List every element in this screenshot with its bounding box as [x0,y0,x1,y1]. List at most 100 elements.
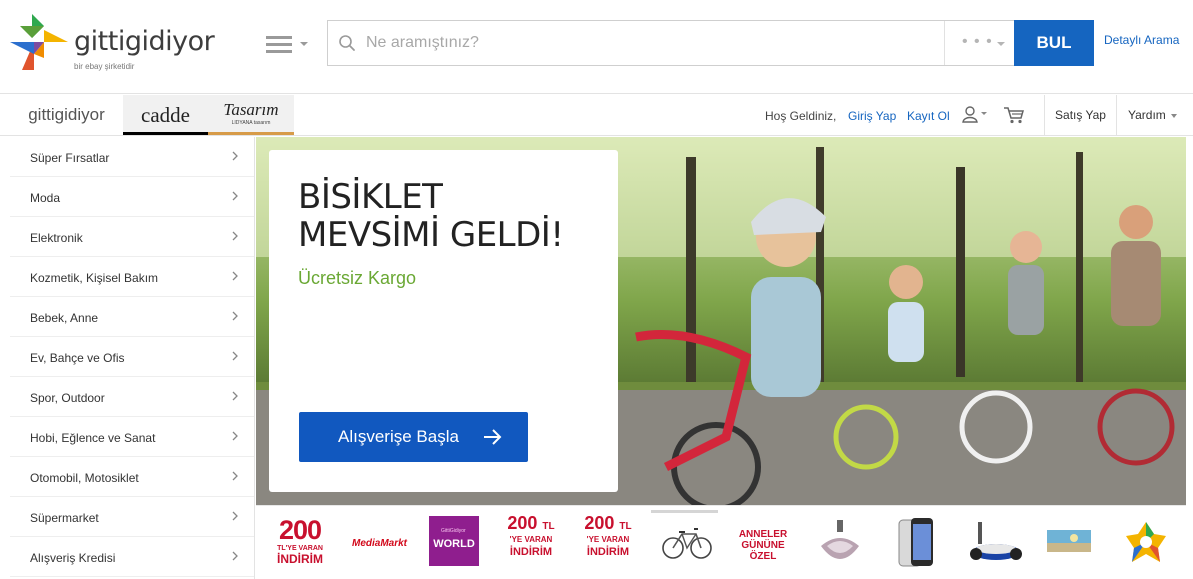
promo-landscape-print[interactable] [1044,516,1094,574]
sidebar-item-label: Süpermarket [30,511,99,525]
sidebar-item-label: Bebek, Anne [30,311,99,325]
sidebar-item-ev-bahce-ofis[interactable]: Ev, Bahçe ve Ofis [10,337,254,377]
sidebar-item-label: Alışveriş Kredisi [30,551,116,565]
search-input[interactable] [366,29,926,57]
promo-bicycle[interactable] [660,516,714,574]
promo-200tl-discount[interactable]: 200 TL'YE VARAN İNDİRİM [270,516,330,574]
pinwheel-logo-icon [10,14,68,70]
sidebar-item-label: Spor, Outdoor [30,391,105,405]
hamburger-icon-bar [266,43,292,46]
promo-line: ÖZEL [749,551,777,562]
promo-label: İNDİRİM [586,546,630,558]
world-top-text: GittiGidiyor [441,528,466,534]
site-nav: gittigidiyor cadde Tasarım LIDYANA tasar… [0,95,1193,136]
chevron-right-icon [232,191,238,201]
search-icon [339,35,355,51]
site-logo[interactable]: gittigidiyor bir ebay şirketidir [8,12,218,74]
chevron-right-icon [232,471,238,481]
tab-tasarim[interactable]: Tasarım LIDYANA tasarım [208,95,294,135]
sidebar-item-hobi[interactable]: Hobi, Eğlence ve Sanat [10,417,254,457]
sidebar-item-label: Otomobil, Motosiklet [30,471,139,485]
sidebar-item-label: Kozmetik, Kişisel Bakım [30,271,159,285]
help-label: Yardım [1128,108,1166,122]
chevron-right-icon [232,551,238,561]
hero-banner[interactable]: BİSİKLET MEVSİMİ GELDİ! Ücretsiz Kargo A… [256,137,1186,505]
chevron-down-icon [300,42,308,46]
chevron-right-icon [232,351,238,361]
sidebar-item-label: Elektronik [30,231,83,245]
search-button[interactable]: BUL [1014,20,1094,66]
cta-label: Alışverişe Başla [338,427,459,446]
chevron-down-icon [997,42,1005,46]
sidebar-item-label: Moda [30,191,61,205]
promo-mediamarkt[interactable]: MediaMarkt [352,516,407,574]
sidebar-item-spor-outdoor[interactable]: Spor, Outdoor [10,377,254,417]
promo-text: 'YE VARAN [586,535,630,544]
logo-tagline: bir ebay şirketidir [74,62,135,71]
promo-unit: TL [619,521,632,532]
sidebar-item-otomobil[interactable]: Otomobil, Motosiklet [10,457,254,497]
arrow-right-icon [484,429,502,445]
tab-gittigidiyor[interactable]: gittigidiyor [10,95,123,135]
sidebar-item-bebek-anne[interactable]: Bebek, Anne [10,297,254,337]
tab-tasarim-label: Tasarım [223,100,279,119]
top-header: gittigidiyor bir ebay şirketidir • • • B… [0,0,1193,94]
start-shopping-button[interactable]: Alışverişe Başla [299,412,528,462]
sidebar-item-moda[interactable]: Moda [10,177,254,217]
hero-title-line1: BİSİKLET [298,177,443,217]
help-menu-button[interactable]: Yardım [1116,95,1193,135]
sidebar-item-super-firsatlar[interactable]: Süper Fırsatlar [10,137,254,177]
chevron-right-icon [232,431,238,441]
promo-200tl-discount-3[interactable]: 200 TL 'YE VARAN İNDİRİM [583,514,633,574]
hamburger-icon [266,36,292,39]
hero-subtitle: Ücretsiz Kargo [298,268,417,288]
sell-button[interactable]: Satış Yap [1044,95,1116,135]
sidebar-item-label: Ev, Bahçe ve Ofis [30,351,125,365]
perfume-icon [821,520,859,559]
chevron-right-icon [232,391,238,401]
logo-text: gittigidiyor [74,26,215,57]
promo-mothers-day[interactable]: ANNELER GÜNÜNE ÖZEL [735,516,791,574]
promo-200tl-discount-2[interactable]: 200 TL 'YE VARAN İNDİRİM [506,513,556,574]
promo-amount: 200 [507,513,538,533]
promo-hoverboard[interactable] [968,516,1024,574]
category-menu-button[interactable] [266,32,312,58]
sidebar-item-label: Süper Fırsatlar [30,151,110,165]
promo-unit: TL [542,521,555,532]
sidebar-item-label: Hobi, Eğlence ve Sanat [30,431,156,445]
bicycle-icon [662,528,712,559]
sidebar-item-elektronik[interactable]: Elektronik [10,217,254,257]
world-label: WORLD [433,538,475,550]
sidebar-item-supermarket[interactable]: Süpermarket [10,497,254,537]
hero-title: BİSİKLET MEVSİMİ GELDİ! [298,178,598,254]
sidebar-item-alisveris-kredisi[interactable]: Alışveriş Kredisi [10,537,254,577]
chevron-right-icon [232,151,238,161]
promo-world[interactable]: GittiGidiyor WORLD [429,516,479,566]
chevron-down-icon [1170,113,1177,118]
chevron-right-icon [232,271,238,281]
search-category-select[interactable]: • • • [944,21,1015,65]
colorful-star-icon [1126,522,1166,562]
sidebar-item-kozmetik[interactable]: Kozmetik, Kişisel Bakım [10,257,254,297]
promo-smartphone[interactable] [897,516,937,574]
register-link[interactable]: Kayıt Ol [907,109,950,123]
promo-label: İNDİRİM [509,546,553,558]
promo-amount: 200 [278,515,322,545]
tab-cadde[interactable]: cadde [123,95,208,135]
cart-button[interactable] [1003,105,1025,125]
login-link[interactable]: Giriş Yap [848,109,896,123]
cart-icon [1004,107,1024,124]
welcome-text: Hoş Geldiniz, [765,109,837,123]
hoverboard-icon [970,522,1022,560]
promo-text: 'YE VARAN [509,535,553,544]
hero-title-line2: MEVSİMİ GELDİ! [298,215,564,255]
chevron-right-icon [232,231,238,241]
promo-colorful-star[interactable] [1124,516,1168,574]
slider-indicator [651,510,718,513]
more-dots-icon: • • • [962,33,993,50]
advanced-search-link[interactable]: Detaylı Arama [1104,33,1179,47]
search-box: • • • [327,20,1015,66]
promo-label: İNDİRİM [277,552,323,566]
promo-perfume[interactable] [813,516,867,574]
user-menu-button[interactable] [962,105,990,125]
